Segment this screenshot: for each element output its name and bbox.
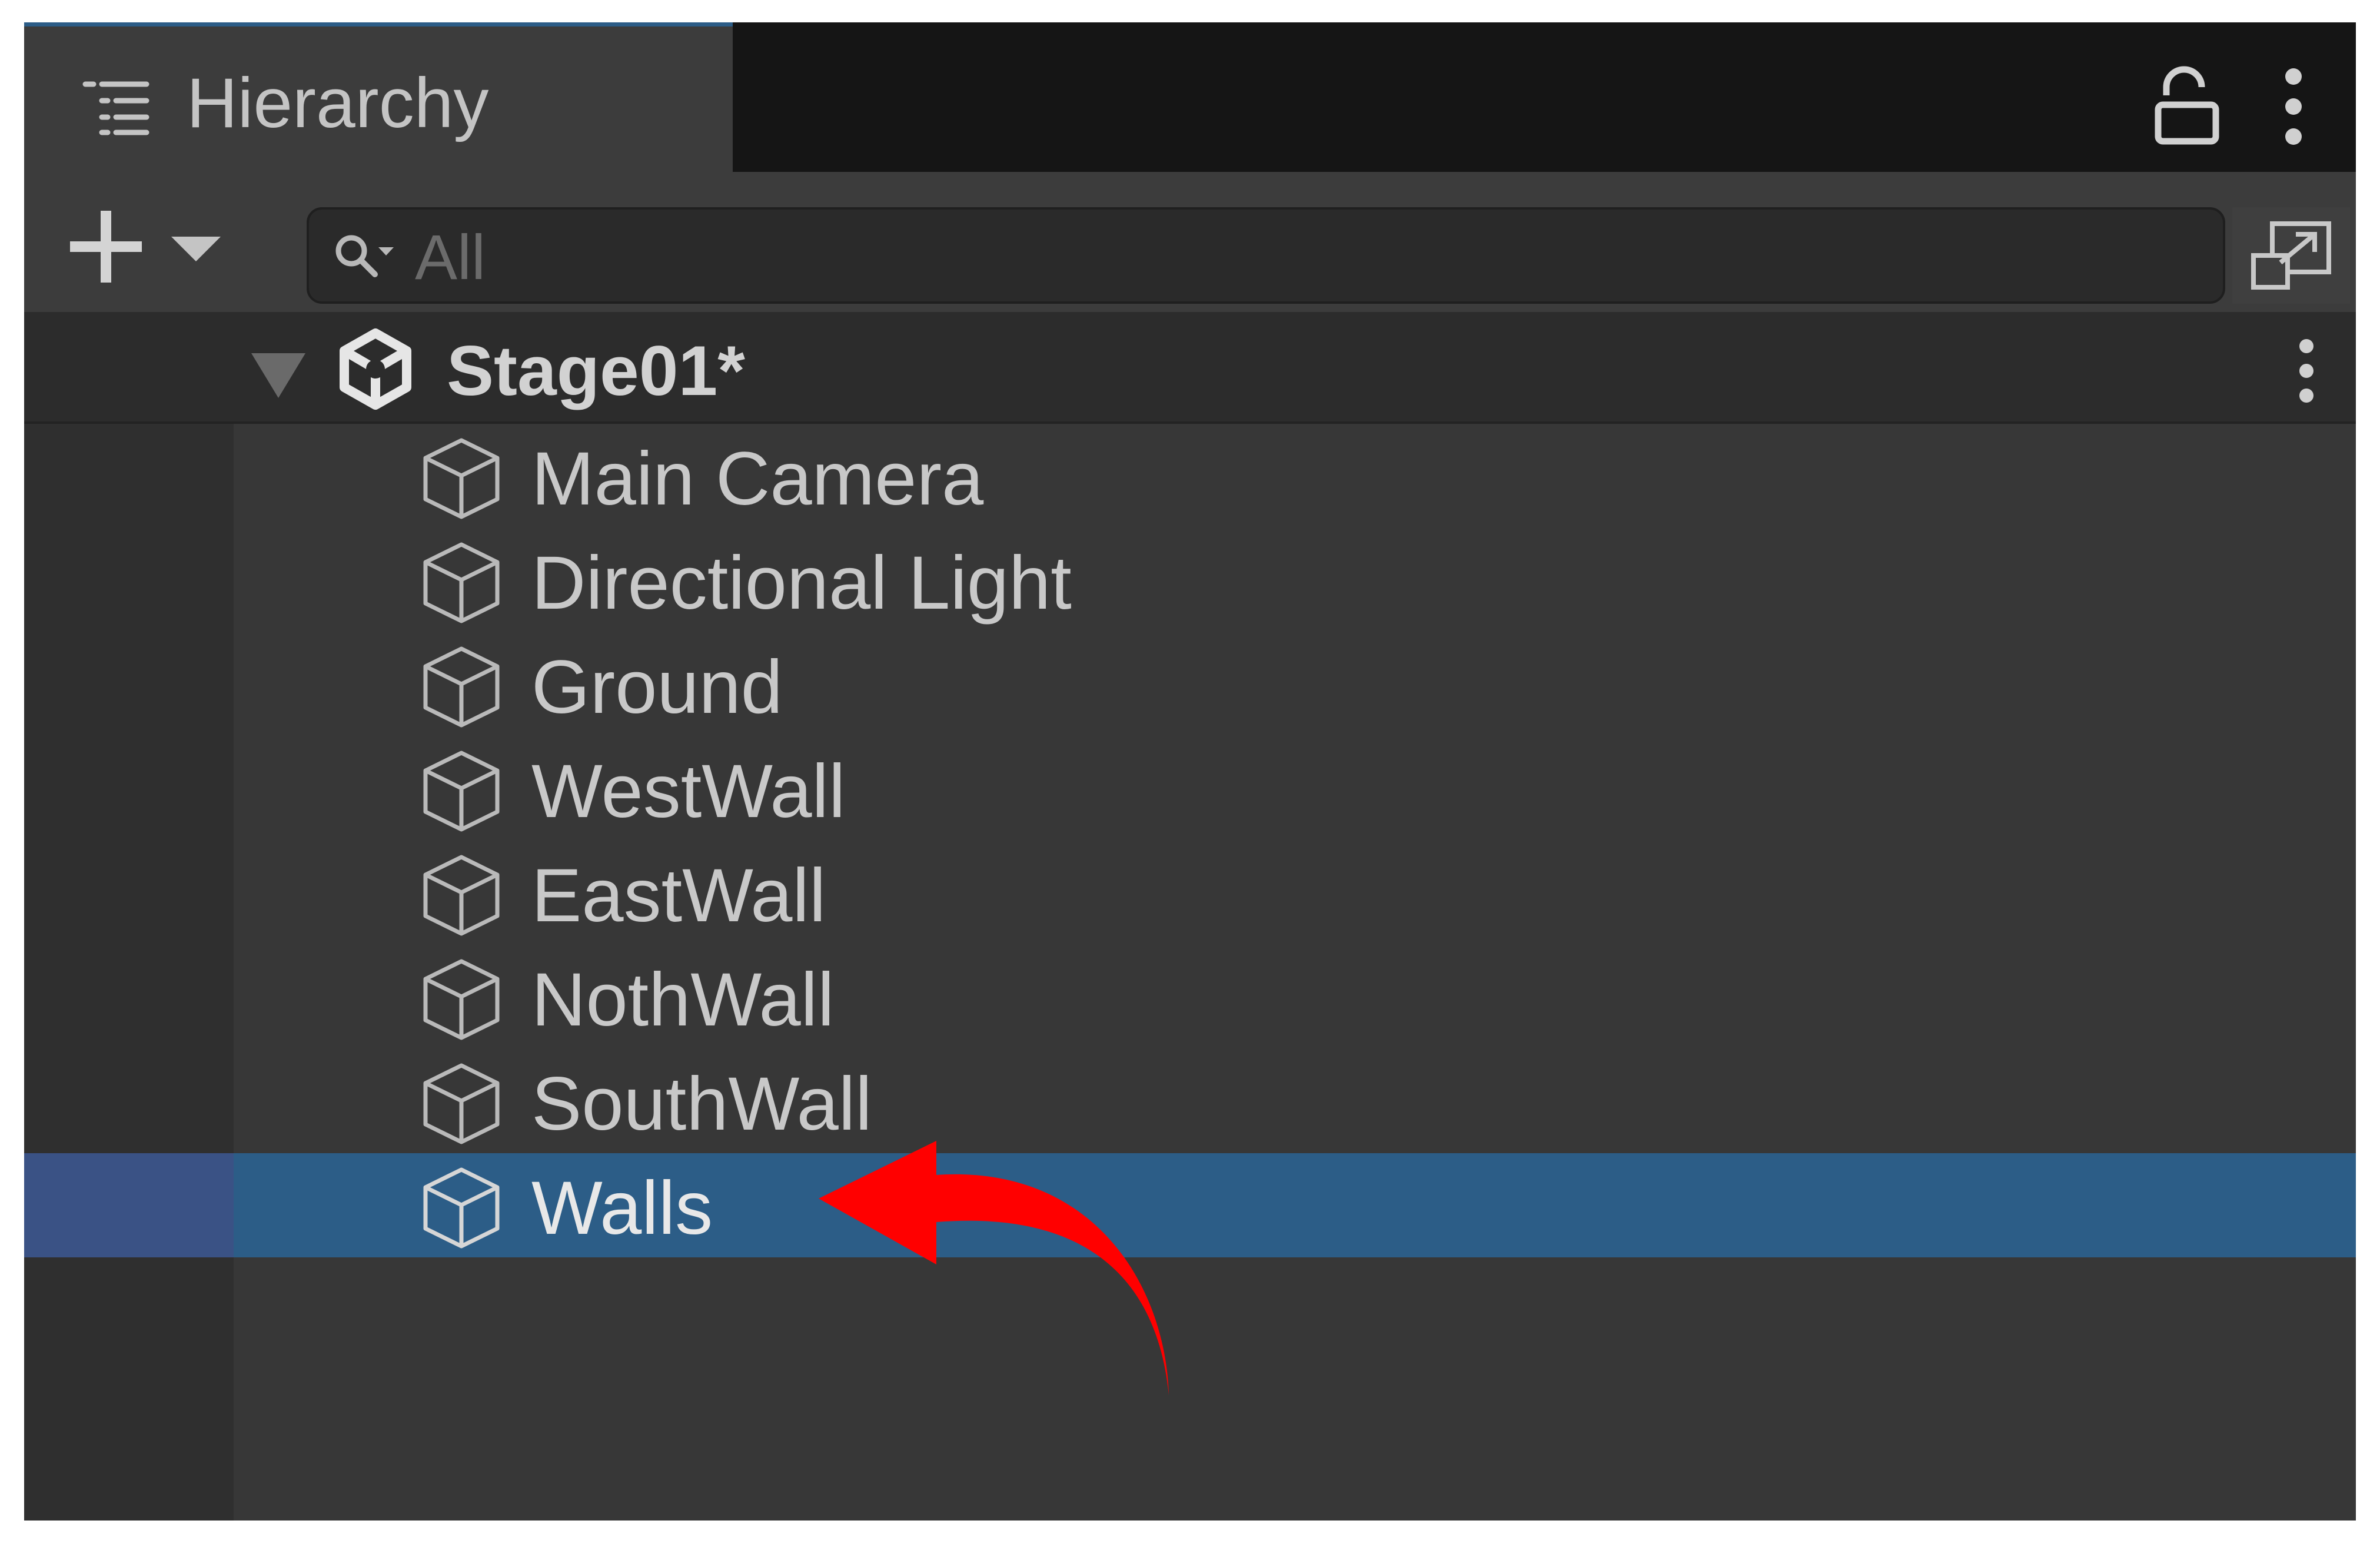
unity-logo-icon (340, 328, 411, 410)
scene-popout-button[interactable] (2232, 207, 2350, 304)
tab-title: Hierarchy (187, 64, 489, 142)
foldout-triangle-icon[interactable] (249, 348, 308, 401)
add-menu-button[interactable] (65, 208, 242, 285)
scene-row[interactable]: Stage01* (24, 312, 2356, 424)
tree-item-westwall[interactable]: WestWall (24, 736, 2356, 841)
search-input[interactable] (415, 221, 2122, 292)
lock-icon[interactable] (2149, 66, 2231, 148)
tree-item-eastwall[interactable]: EastWall (24, 841, 2356, 945)
tree-item-label: EastWall (531, 854, 826, 938)
scene-menu-icon[interactable] (2289, 336, 2324, 406)
tree-item-directional-light[interactable]: Directional Light (24, 528, 2356, 632)
tree-item-walls[interactable]: Walls (24, 1153, 2356, 1257)
toolbar (24, 172, 2356, 312)
scene-name: Stage01* (447, 331, 745, 410)
cube-icon (423, 646, 500, 728)
cube-icon (423, 438, 500, 519)
tree-item-ground[interactable]: Ground (24, 632, 2356, 736)
tree-item-southwall[interactable]: SouthWall (24, 1049, 2356, 1153)
search-filter-icon (335, 235, 394, 277)
cube-icon (423, 542, 500, 623)
tree-item-label: Main Camera (531, 437, 984, 521)
tree-item-label: Directional Light (531, 541, 1072, 625)
search-field[interactable] (307, 207, 2225, 304)
selection-gutter (24, 1153, 234, 1257)
tab-hierarchy[interactable]: Hierarchy (24, 22, 733, 172)
tree-item-label: Walls (531, 1166, 713, 1250)
tree-item-label: SouthWall (531, 1062, 872, 1146)
tree-item-label: NothWall (531, 958, 835, 1042)
tab-bar: Hierarchy (24, 22, 2356, 172)
hierarchy-list-icon (82, 81, 149, 135)
window-menu-icon[interactable] (2276, 62, 2311, 151)
cube-icon (423, 751, 500, 832)
curved-arrow-icon (819, 1141, 1169, 1395)
tree-item-nothwall[interactable]: NothWall (24, 945, 2356, 1049)
cube-icon (423, 855, 500, 936)
plus-icon (70, 211, 142, 283)
hierarchy-tree: Main Camera Directional Light Ground Wes… (24, 424, 2356, 1257)
hierarchy-panel: Hierarchy All Stage01* Main Camera Direc… (24, 22, 2356, 1521)
tree-item-label: Ground (531, 645, 783, 729)
popout-icon (2251, 221, 2331, 290)
tree-item-main-camera[interactable]: Main Camera (24, 424, 2356, 528)
cube-icon (423, 1167, 500, 1249)
cube-icon (423, 1063, 500, 1144)
tree-item-label: WestWall (531, 749, 846, 834)
cube-icon (423, 959, 500, 1040)
caret-down-icon (171, 237, 221, 261)
